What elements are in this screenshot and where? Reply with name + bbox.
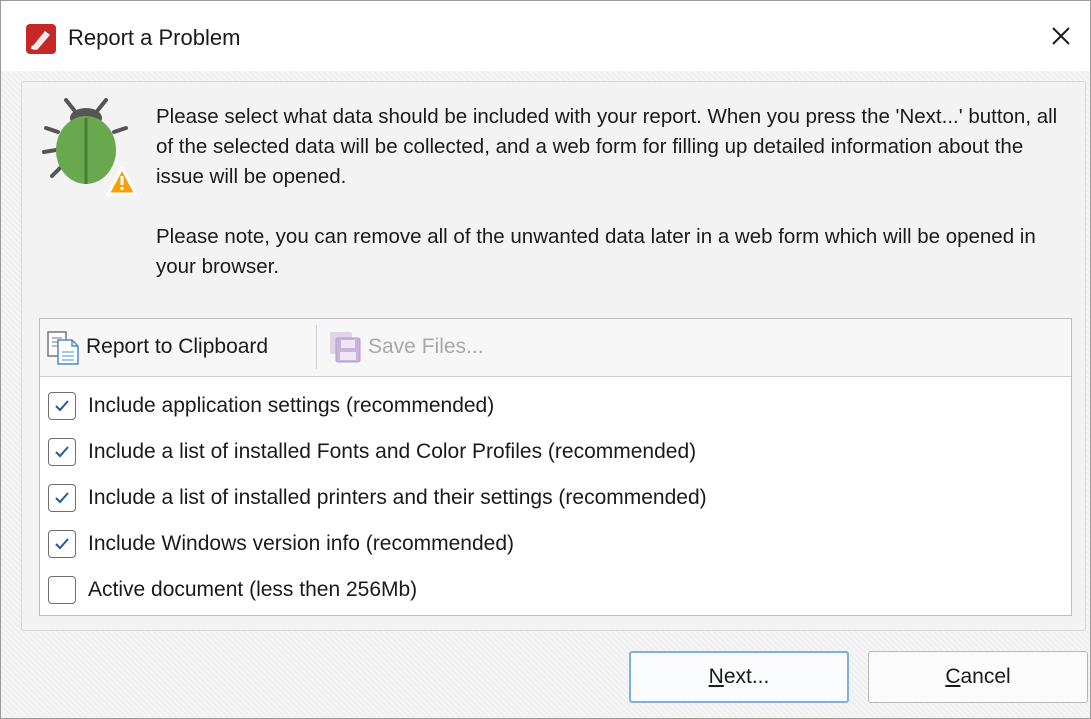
checkmark-icon: [55, 400, 69, 412]
checkbox-box[interactable]: [48, 438, 76, 466]
content-panel: Please select what data should be includ…: [21, 81, 1086, 631]
checkbox-box[interactable]: [48, 576, 76, 604]
checkbox-label: Include Windows version info (recommende…: [88, 532, 515, 555]
checkbox-box[interactable]: [48, 392, 76, 420]
checkmark-icon: [55, 538, 69, 550]
checkmark-icon: [55, 446, 69, 458]
next-button[interactable]: Next...: [629, 651, 849, 703]
save-files-label: Save Files...: [368, 335, 484, 358]
report-problem-dialog: Report a Problem Please select what data…: [0, 0, 1091, 719]
toolbar-separator: [316, 325, 317, 369]
report-toolbar: Report to Clipboard Save Files...: [40, 319, 1071, 377]
report-to-clipboard-label: Report to Clipboard: [86, 335, 269, 358]
title-bar: Report a Problem: [1, 1, 1090, 71]
checkbox-box[interactable]: [48, 484, 76, 512]
save-files-button[interactable]: Save Files...: [328, 323, 484, 371]
data-selection-group: Report to Clipboard Save Files... Includ…: [39, 318, 1072, 616]
checkbox-fonts-color-profiles[interactable]: Include a list of installed Fonts and Co…: [48, 429, 707, 475]
checkmark-icon: [55, 492, 69, 504]
save-files-icon: [330, 332, 361, 363]
checkbox-label: Include application settings (recommende…: [88, 394, 495, 417]
intro-text: Please select what data should be includ…: [156, 102, 1066, 282]
close-icon: [1052, 27, 1070, 45]
checkbox-label: Include a list of installed Fonts and Co…: [88, 440, 697, 463]
intro-paragraph-2: Please note, you can remove all of the u…: [156, 225, 1036, 278]
checkbox-windows-version[interactable]: Include Windows version info (recommende…: [48, 521, 707, 567]
checkbox-label: Active document (less then 256Mb): [88, 578, 418, 601]
cancel-button[interactable]: Cancel: [868, 651, 1088, 703]
cancel-button-label: Cancel: [945, 665, 1011, 688]
checkbox-box[interactable]: [48, 530, 76, 558]
report-to-clipboard-button[interactable]: Report to Clipboard: [46, 323, 268, 371]
intro-paragraph-1: Please select what data should be includ…: [156, 105, 1058, 188]
app-logo-icon: [26, 24, 56, 54]
checkbox-label: Include a list of installed printers and…: [88, 486, 707, 509]
next-button-label: Next...: [708, 665, 770, 688]
checkbox-printers[interactable]: Include a list of installed printers and…: [48, 475, 707, 521]
checkbox-active-document[interactable]: Active document (less then 256Mb): [48, 567, 707, 613]
dialog-title: Report a Problem: [68, 25, 241, 50]
checkbox-list: Include application settings (recommende…: [48, 383, 707, 613]
bug-warning-icon: [42, 98, 138, 196]
close-button[interactable]: [1032, 11, 1090, 61]
checkbox-app-settings[interactable]: Include application settings (recommende…: [48, 383, 707, 429]
clipboard-document-icon: [47, 331, 79, 365]
